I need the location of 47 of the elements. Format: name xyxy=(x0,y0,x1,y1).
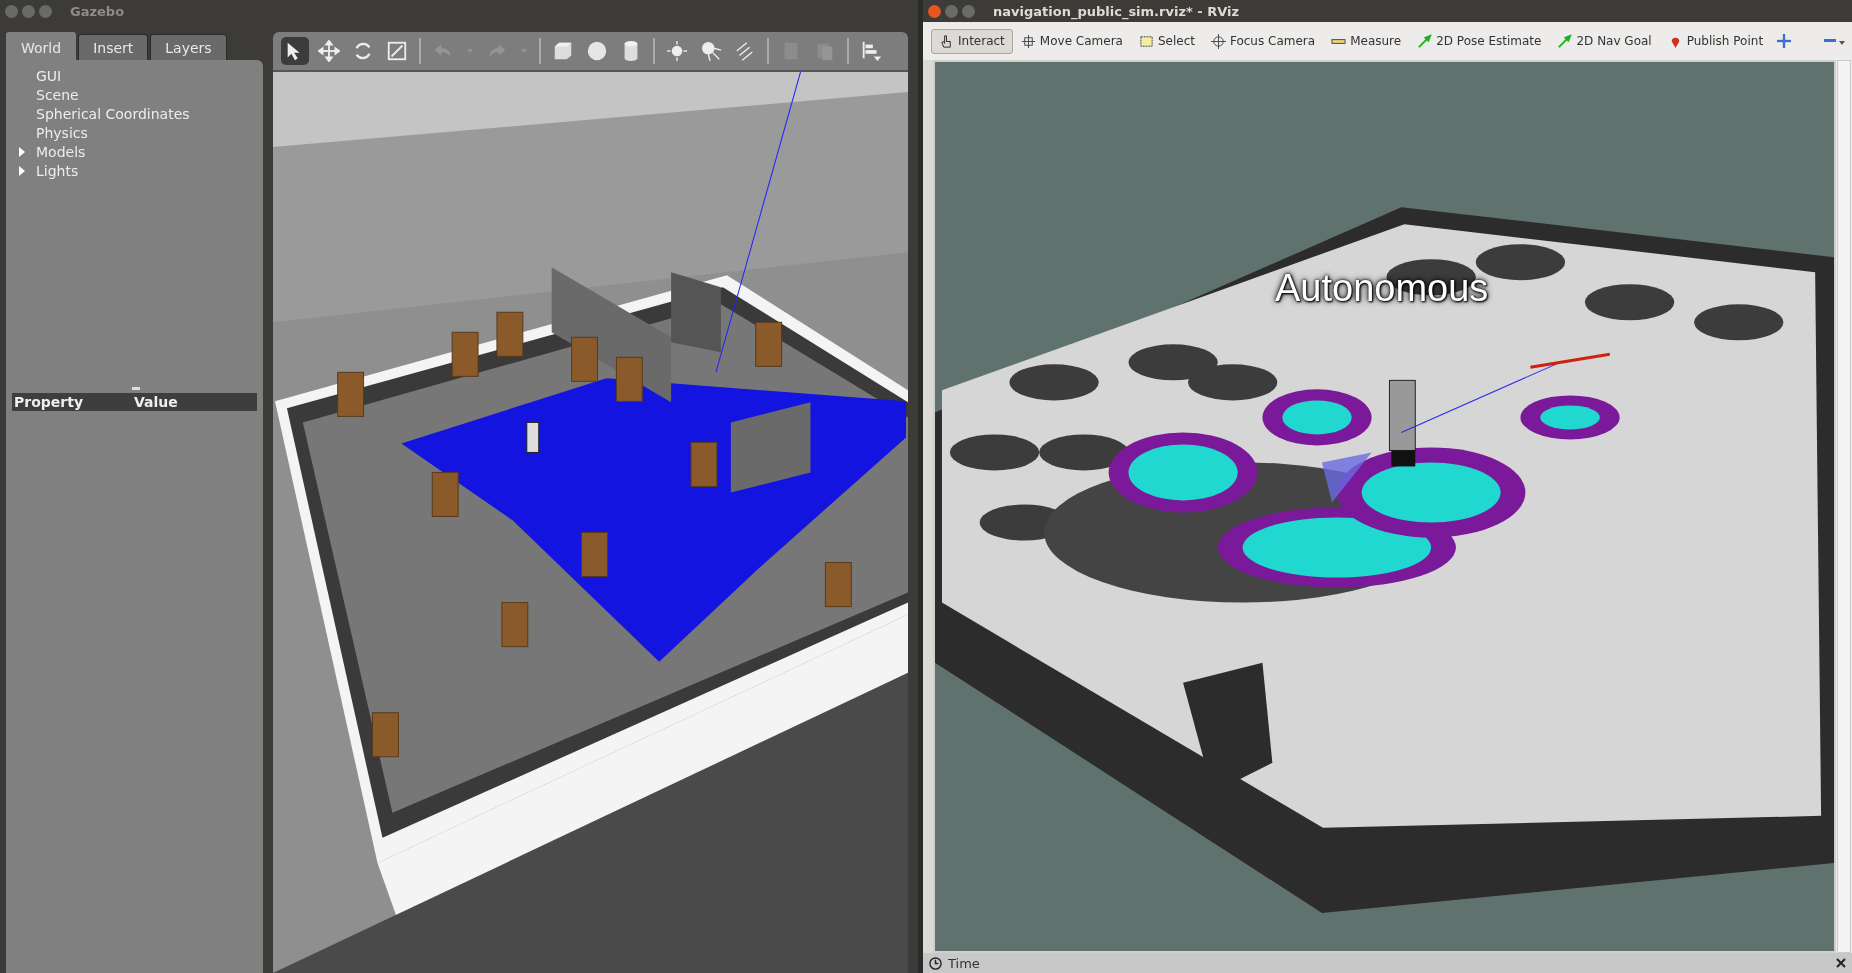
expand-arrow-icon[interactable] xyxy=(18,146,26,157)
tool-button[interactable]: 2D Nav Goal xyxy=(1549,28,1660,54)
tool-button[interactable]: Move Camera xyxy=(1012,28,1131,54)
tree-item[interactable]: Scene xyxy=(36,86,79,103)
move-icon xyxy=(1020,33,1036,49)
window-control-button[interactable] xyxy=(962,4,975,18)
3d-scene-drawing[interactable] xyxy=(273,72,908,973)
tree-item[interactable]: Models xyxy=(36,143,86,160)
window-control-button[interactable] xyxy=(928,4,941,18)
tab[interactable]: World xyxy=(6,32,77,60)
tool-button[interactable]: Publish Point xyxy=(1659,28,1772,54)
tree-item[interactable]: Lights xyxy=(36,162,79,179)
column-header: Value xyxy=(134,394,178,410)
tool-button[interactable]: Focus Camera xyxy=(1202,28,1324,54)
close-icon[interactable] xyxy=(1836,958,1846,968)
window-control-button[interactable] xyxy=(945,4,958,18)
move-tool-icon[interactable] xyxy=(315,37,343,65)
window-control-button[interactable] xyxy=(5,4,18,18)
tree-item[interactable]: Spherical Coordinates xyxy=(36,105,190,122)
tool-button[interactable]: Measure xyxy=(1323,28,1410,54)
side-panel-handle[interactable] xyxy=(923,60,933,953)
splitter-handle[interactable] xyxy=(132,387,140,390)
tab[interactable]: Layers xyxy=(150,34,227,60)
clock-icon xyxy=(929,956,942,970)
tool-button[interactable]: 2D Pose Estimate xyxy=(1409,28,1550,54)
scrollbar[interactable] xyxy=(1837,60,1851,953)
tool-button[interactable]: Select xyxy=(1130,28,1203,54)
map-scene-drawing[interactable] xyxy=(935,62,1834,951)
window-title: navigation_public_sim.rviz* - RViz xyxy=(993,3,1240,19)
panel-title: Time xyxy=(948,955,980,971)
column-header: Property xyxy=(14,394,85,410)
status-overlay-text: Autonomous xyxy=(1275,267,1489,310)
select-tool-icon[interactable] xyxy=(281,37,309,65)
window-control-button[interactable] xyxy=(39,4,52,18)
window-title: Gazebo xyxy=(70,3,125,19)
window-control-button[interactable] xyxy=(22,4,35,18)
arrow-icon xyxy=(1417,33,1433,49)
tree-item[interactable]: GUI xyxy=(36,67,62,84)
focus-icon xyxy=(1210,33,1226,49)
add-tool-icon[interactable] xyxy=(1777,34,1792,48)
hand-icon xyxy=(939,33,954,49)
tool-button[interactable]: Interact xyxy=(931,28,1013,54)
expand-arrow-icon[interactable] xyxy=(18,165,26,176)
tab[interactable]: Insert xyxy=(78,34,149,60)
tree-item[interactable]: Physics xyxy=(36,124,88,141)
arrow-icon xyxy=(1557,33,1573,49)
select-icon xyxy=(1138,33,1154,49)
